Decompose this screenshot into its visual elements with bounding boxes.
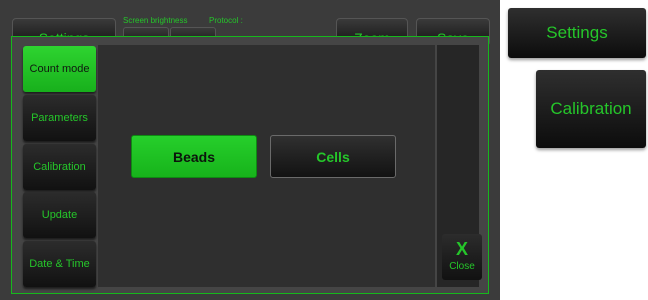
protocol-label: Protocol : <box>209 16 243 25</box>
sidebar-item-label: Date & Time <box>29 258 90 270</box>
sidebar-item-label: Calibration <box>33 161 86 173</box>
sidebar-item-label: Count mode <box>29 63 90 75</box>
device-screen: Settings Screen brightness Protocol : Zo… <box>0 0 500 300</box>
settings-button-crop: Settings <box>508 8 646 58</box>
sidebar-item-label: Parameters <box>31 112 88 124</box>
sidebar-item-date-time[interactable]: Date & Time <box>23 241 96 287</box>
cells-button-label: Cells <box>316 148 350 165</box>
close-button[interactable]: X Close <box>442 234 482 280</box>
sidebar-item-parameters[interactable]: Parameters <box>23 95 96 141</box>
settings-crop-label: Settings <box>546 23 608 42</box>
sidebar-item-update[interactable]: Update <box>23 192 96 238</box>
sidebar-item-count-mode[interactable]: Count mode <box>23 46 96 92</box>
sidebar-item-label: Update <box>41 209 78 221</box>
calibration-button-crop: Calibration <box>536 70 646 148</box>
screen-brightness-label: Screen brightness <box>123 16 188 25</box>
beads-button[interactable]: Beads <box>131 135 257 178</box>
sidebar-item-calibration[interactable]: Calibration <box>23 144 96 190</box>
calibration-crop-label: Calibration <box>550 99 632 118</box>
close-button-label: Close <box>449 261 475 272</box>
cells-button[interactable]: Cells <box>270 135 396 178</box>
close-icon: X <box>455 239 468 259</box>
settings-dialog: Count mode Parameters Calibration Update… <box>11 36 489 294</box>
beads-button-label: Beads <box>172 148 216 165</box>
